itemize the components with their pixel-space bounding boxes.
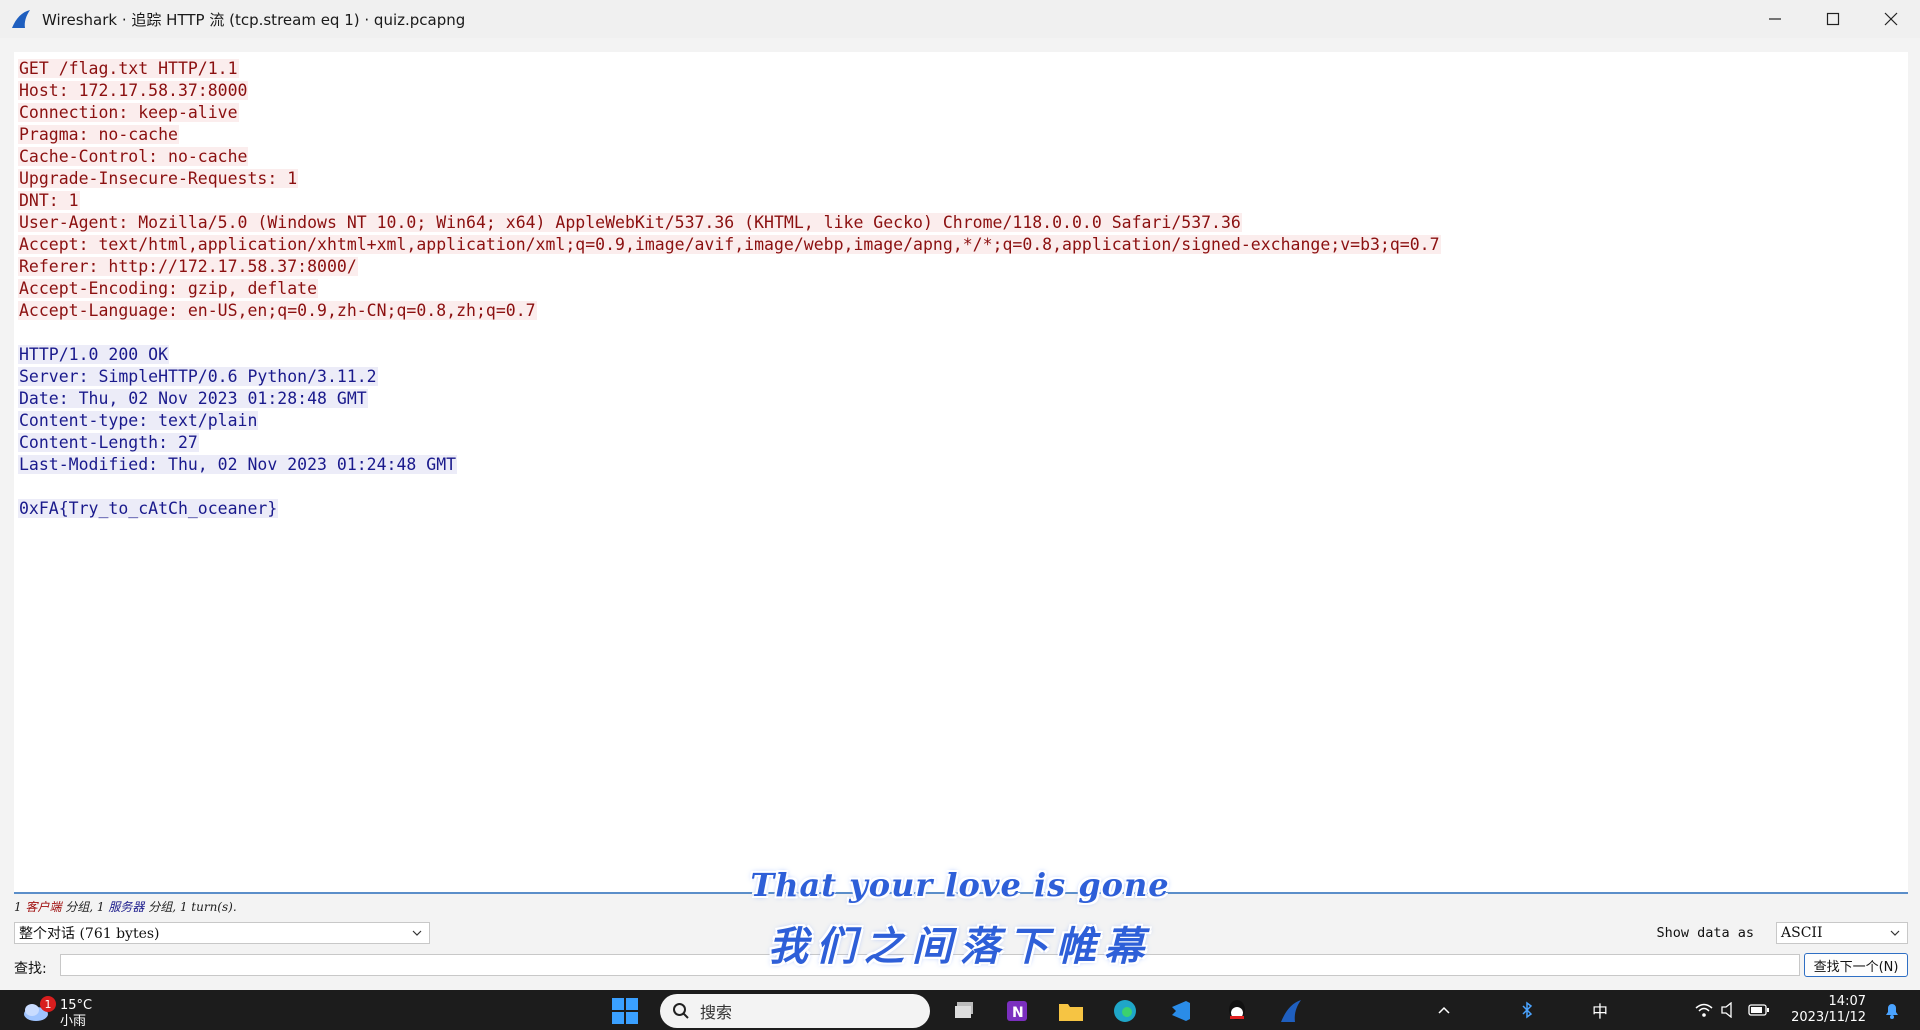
controls-row: 整个对话 (761 bytes) Show data as ASCII (14, 922, 1908, 948)
edge-browser-icon[interactable] (1110, 996, 1140, 1026)
window-controls (1746, 0, 1920, 38)
client-line: Referer: http://172.17.58.37:8000/ (18, 257, 358, 276)
wireshark-taskbar-icon[interactable] (1276, 996, 1306, 1026)
svg-text:N: N (1012, 1005, 1024, 1021)
taskbar-search[interactable]: 搜索 (660, 994, 930, 1028)
server-line: Server: SimpleHTTP/0.6 Python/3.11.2 (18, 367, 378, 386)
minimize-icon (1769, 18, 1781, 20)
wireshark-fin-icon (12, 10, 30, 28)
notification-bell-icon[interactable] (1882, 1000, 1902, 1020)
weather-widget[interactable]: 1 15°C 小雨 (22, 996, 93, 1030)
maximize-button[interactable] (1804, 0, 1862, 38)
search-icon (673, 1003, 689, 1019)
cloud-rain-icon: 1 (22, 996, 56, 1024)
client-line: Accept-Encoding: gzip, deflate (18, 279, 319, 298)
qq-icon[interactable] (1222, 996, 1252, 1026)
chevron-down-icon (412, 930, 422, 936)
server-line: Content-type: text/plain (18, 411, 259, 430)
client-line: User-Agent: Mozilla/5.0 (Windows NT 10.0… (18, 213, 1242, 232)
server-line: HTTP/1.0 200 OK (18, 345, 170, 364)
client-label: 客户端 (25, 900, 62, 914)
task-view-icon[interactable] (950, 996, 980, 1026)
close-icon (1884, 12, 1898, 26)
show-data-label: Show data as (1656, 925, 1754, 941)
client-line: GET /flag.txt HTTP/1.1 (18, 59, 239, 78)
maximize-icon (1826, 12, 1840, 26)
stream-text-area[interactable]: GET /flag.txt HTTP/1.1 Host: 172.17.58.3… (14, 52, 1908, 894)
chevron-down-icon (1890, 930, 1900, 936)
show-data-select[interactable]: ASCII (1776, 922, 1908, 944)
minimize-button[interactable] (1746, 0, 1804, 38)
volume-icon[interactable] (1720, 998, 1738, 1022)
find-row: 查找: 查找下一个(N) (14, 953, 1908, 980)
weather-desc: 小雨 (60, 1014, 87, 1029)
server-body-line: 0xFA{Try_to_cAtCh_oceaner} (18, 499, 279, 518)
client-line: Accept-Language: en-US,en;q=0.9,zh-CN;q=… (18, 301, 537, 320)
server-line: Content-Length: 27 (18, 433, 199, 452)
packet-summary: 1 客户端 分组, 1 服务器 分组, 1 turn(s). (14, 900, 237, 914)
server-line: Last-Modified: Thu, 02 Nov 2023 01:24:48… (18, 455, 458, 474)
client-line: Accept: text/html,application/xhtml+xml,… (18, 235, 1441, 254)
clock-time: 14:07 (1828, 994, 1866, 1009)
client-line: Upgrade-Insecure-Requests: 1 (18, 169, 299, 188)
find-input[interactable] (60, 954, 1800, 976)
client-line: Connection: keep-alive (18, 103, 239, 122)
find-label: 查找: (14, 961, 47, 977)
vscode-icon[interactable] (1166, 996, 1196, 1026)
onenote-icon[interactable]: N (1002, 996, 1032, 1026)
client-line: Host: 172.17.58.37:8000 (18, 81, 249, 100)
notification-badge: 1 (40, 996, 56, 1012)
server-label: 服务器 (108, 900, 145, 914)
close-button[interactable] (1862, 0, 1920, 38)
title-bar: Wireshark · 追踪 HTTP 流 (tcp.stream eq 1) … (0, 0, 1920, 38)
search-placeholder: 搜索 (700, 1003, 733, 1022)
file-explorer-icon[interactable] (1056, 996, 1086, 1026)
bluetooth-icon[interactable] (1520, 998, 1534, 1022)
temperature: 15°C (60, 998, 93, 1013)
client-line: Pragma: no-cache (18, 125, 179, 144)
battery-icon[interactable] (1748, 998, 1770, 1022)
find-next-button[interactable]: 查找下一个(N) (1804, 953, 1908, 977)
clock-date: 2023/11/12 (1791, 1010, 1866, 1025)
tray-overflow-chevron-icon[interactable] (1436, 998, 1452, 1022)
server-line: Date: Thu, 02 Nov 2023 01:28:48 GMT (18, 389, 368, 408)
conversation-select[interactable]: 整个对话 (761 bytes) (14, 922, 430, 944)
client-line: DNT: 1 (18, 191, 80, 210)
windows-start-icon[interactable] (610, 996, 640, 1026)
window-title: Wireshark · 追踪 HTTP 流 (tcp.stream eq 1) … (42, 10, 466, 29)
system-clock[interactable]: 14:07 2023/11/12 (1791, 994, 1866, 1026)
client-line: Cache-Control: no-cache (18, 147, 249, 166)
wifi-icon[interactable] (1694, 998, 1714, 1022)
taskbar: 1 15°C 小雨 搜索 N 中 14:07 2023/11/12 (0, 990, 1920, 1030)
ime-indicator[interactable]: 中 (1592, 998, 1608, 1022)
